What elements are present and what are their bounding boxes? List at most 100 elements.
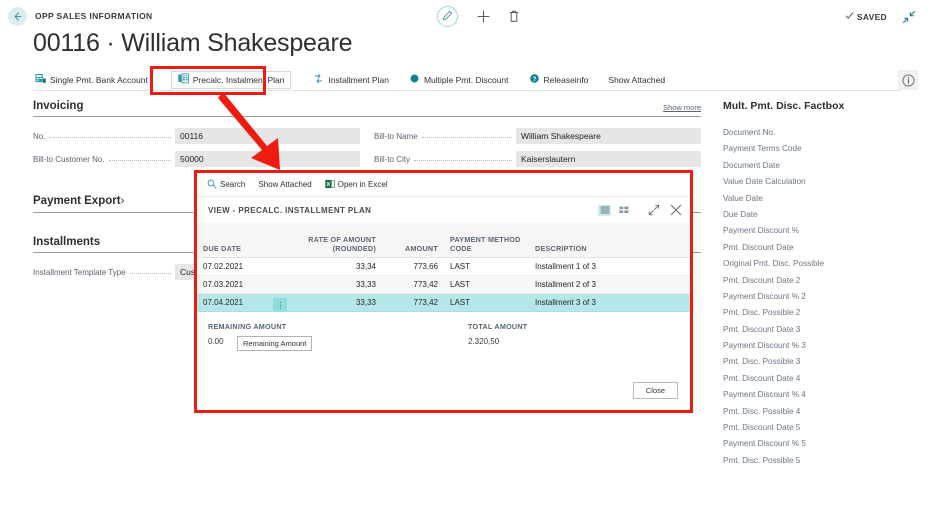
factbox-title: Mult. Pmt. Disc. Factbox: [723, 100, 923, 112]
magnifier-icon: [207, 179, 217, 191]
factbox-item: Payment Terms Code: [723, 144, 923, 153]
factbox-item: Payment Discount % 5: [723, 439, 923, 448]
factbox-item: Pmt. Discount Date 4: [723, 374, 923, 383]
cell-due-date[interactable]: 07.04.2021 ⋮: [197, 293, 287, 311]
question-circle-icon: ?: [529, 73, 540, 86]
installment-plan-icon: [313, 73, 324, 86]
cell-rate[interactable]: 33,34: [287, 257, 382, 275]
expand-diagonal-icon[interactable]: [648, 204, 660, 216]
action-precalc-instalment-plan[interactable]: Precalc. Instalment Plan: [171, 71, 292, 89]
dot-leader: [422, 131, 512, 138]
close-x-icon[interactable]: [670, 204, 682, 216]
invoicing-right-column: Bill-to Name William Shakespeare Bill-to…: [374, 128, 701, 174]
dialog-toolbar-label: Show Attached: [258, 180, 311, 189]
invoicing-heading: Invoicing Show more: [33, 100, 701, 117]
cell-due-date[interactable]: 07.02.2021: [197, 257, 287, 275]
delete-button[interactable]: [508, 9, 522, 24]
cell-amount[interactable]: 773,42: [382, 293, 444, 311]
factbox-list: Document No. Payment Terms Code Document…: [723, 128, 923, 465]
dialog-toolbar: Search Show Attached X Open in Excel: [197, 173, 690, 197]
table-row[interactable]: 07.02.2021 33,34 773,66 LAST Installment…: [197, 257, 690, 275]
factbox-item: Pmt. Discount Date 5: [723, 423, 923, 432]
cell-rate[interactable]: 33,33: [287, 275, 382, 293]
field-bill-to-name[interactable]: Bill-to Name William Shakespeare: [374, 128, 701, 144]
saved-label: SAVED: [857, 12, 887, 22]
field-value[interactable]: 00116: [175, 128, 360, 144]
table-row[interactable]: 07.03.2021 33,33 773,42 LAST Installment…: [197, 275, 690, 293]
col-amount[interactable]: AMOUNT: [382, 223, 444, 257]
action-multiple-pmt-discount[interactable]: Multiple Pmt. Discount: [407, 71, 511, 89]
remaining-amount-tooltip: Remaining Amount: [237, 336, 312, 351]
dialog-toolbar-label: Open in Excel: [338, 180, 388, 189]
show-more-link[interactable]: Show more: [663, 103, 701, 112]
factbox-item: Payment Discount % 3: [723, 341, 923, 350]
cell-due-date[interactable]: 07.03.2021: [197, 275, 287, 293]
cell-payment-method-code[interactable]: LAST: [444, 257, 529, 275]
dialog-close-button[interactable]: Close: [633, 382, 678, 399]
cell-description[interactable]: Installment 2 of 3: [529, 275, 690, 293]
edit-button[interactable]: [437, 6, 458, 27]
factbox-panel: Mult. Pmt. Disc. Factbox Document No. Pa…: [723, 100, 923, 472]
action-show-attached[interactable]: Show Attached: [606, 71, 667, 89]
cell-description[interactable]: Installment 1 of 3: [529, 257, 690, 275]
cell-description[interactable]: Installment 3 of 3: [529, 293, 690, 311]
field-value[interactable]: Kaiserslautern: [516, 151, 701, 167]
field-label: Bill-to Customer No.: [33, 155, 105, 164]
table-row[interactable]: 07.04.2021 ⋮ 33,33 773,42 LAST Installme…: [197, 293, 690, 311]
trash-icon: [508, 10, 520, 27]
action-bar: Single Pmt. Bank Account Precalc. Instal…: [33, 69, 901, 91]
cell-amount[interactable]: 773,66: [382, 257, 444, 275]
dot-leader: [49, 131, 171, 138]
col-payment-method-code[interactable]: PAYMENT METHOD CODE: [444, 223, 529, 257]
circle-dot-icon: [409, 73, 420, 86]
action-label: Single Pmt. Bank Account: [50, 75, 148, 85]
col-due-date[interactable]: DUE DATE: [197, 223, 287, 257]
action-label: Multiple Pmt. Discount: [424, 75, 509, 85]
action-single-pmt-bank-account[interactable]: Single Pmt. Bank Account: [33, 71, 150, 89]
page-title: 00116 · William Shakespeare: [33, 29, 352, 58]
field-label: No.: [33, 132, 45, 141]
installment-plan-table: DUE DATE RATE OF AMOUNT (ROUNDED) AMOUNT…: [197, 223, 690, 312]
field-bill-to-customer-no[interactable]: Bill-to Customer No. 50000: [33, 151, 360, 167]
cell-amount[interactable]: 773,42: [382, 275, 444, 293]
invoicing-section: Invoicing Show more No. 00116 Bill-to Cu…: [33, 100, 701, 174]
field-value[interactable]: William Shakespeare: [516, 128, 701, 144]
tile-view-icon[interactable]: [618, 205, 630, 215]
field-label: Bill-to City: [374, 155, 410, 164]
field-no[interactable]: No. 00116: [33, 128, 360, 144]
saved-status: SAVED: [845, 11, 887, 22]
action-releaseinfo[interactable]: ? Releaseinfo: [527, 71, 591, 89]
action-installment-plan[interactable]: Installment Plan: [311, 71, 390, 89]
vertical-ellipsis-icon[interactable]: ⋮: [273, 298, 287, 312]
factbox-item: Payment Discount % 2: [723, 292, 923, 301]
field-value[interactable]: 50000: [175, 151, 360, 167]
field-bill-to-city[interactable]: Bill-to City Kaiserslautern: [374, 151, 701, 167]
factbox-item: Original Pmt. Disc. Possible: [723, 259, 923, 268]
breadcrumb[interactable]: OPP SALES INFORMATION: [35, 11, 153, 21]
info-icon[interactable]: [898, 70, 918, 90]
col-rate-label: RATE OF AMOUNT (ROUNDED): [308, 235, 376, 253]
factbox-item: Payment Discount %: [723, 226, 923, 235]
cell-payment-method-code[interactable]: LAST: [444, 275, 529, 293]
list-view-icon[interactable]: [598, 205, 611, 216]
col-description[interactable]: DESCRIPTION: [529, 223, 690, 257]
action-label: Releaseinfo: [544, 75, 589, 85]
collapse-button[interactable]: [902, 10, 916, 24]
table-body: 07.02.2021 33,34 773,66 LAST Installment…: [197, 257, 690, 311]
dialog-title-bar: VIEW - PRECALC. INSTALLMENT PLAN: [197, 197, 690, 223]
dialog-show-attached-button[interactable]: Show Attached: [258, 180, 311, 189]
cell-rate[interactable]: 33,33: [287, 293, 382, 311]
col-rate-of-amount[interactable]: RATE OF AMOUNT (ROUNDED): [287, 223, 382, 257]
dialog-open-in-excel-button[interactable]: X Open in Excel: [325, 179, 388, 191]
bank-account-icon: [35, 73, 46, 86]
factbox-item: Document Date: [723, 161, 923, 170]
pencil-icon: [442, 8, 453, 26]
invoicing-left-column: No. 00116 Bill-to Customer No. 50000: [33, 128, 360, 174]
back-button[interactable]: [8, 7, 27, 26]
dot-leader: [414, 154, 512, 161]
new-button[interactable]: [476, 9, 491, 24]
dialog-search-button[interactable]: Search: [207, 179, 245, 191]
factbox-item: Pmt. Discount Date 3: [723, 325, 923, 334]
cell-due-date-text: 07.04.2021: [203, 298, 243, 307]
cell-payment-method-code[interactable]: LAST: [444, 293, 529, 311]
